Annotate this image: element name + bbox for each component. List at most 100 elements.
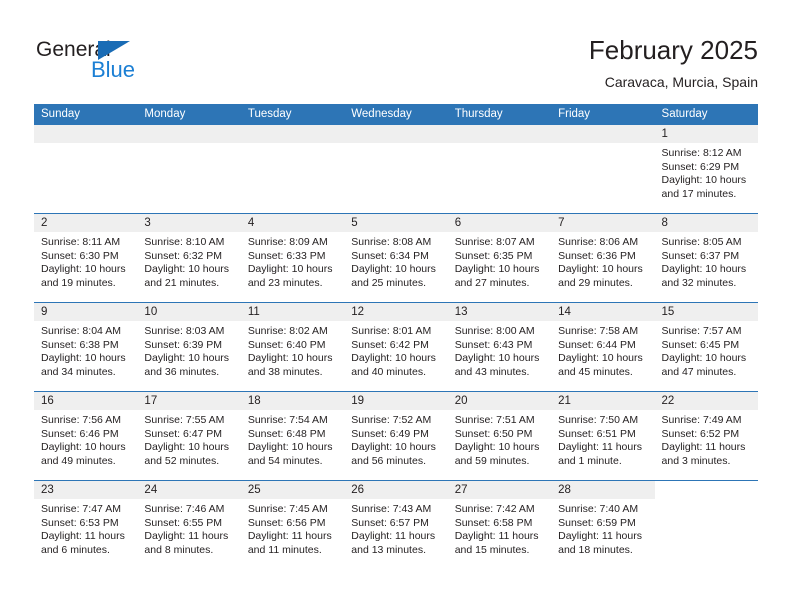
day-sun-info: Sunrise: 8:02 AM Sunset: 6:40 PM Daylight:… [241, 321, 344, 379]
calendar-day-cell[interactable]: 9 Sunrise: 8:04 AM Sunset: 6:38 PM Daylight… [34, 303, 138, 391]
day-number: 28 [551, 481, 655, 499]
calendar-day-cell[interactable]: 16 Sunrise: 7:56 AM Sunset: 6:46 PM Dayligh… [34, 392, 138, 480]
daylight-text: Daylight: 10 hours and 38 minutes. [247, 352, 333, 378]
calendar-week-cells: 9 Sunrise: 8:04 AM Sunset: 6:38 PM Daylight… [34, 303, 758, 391]
sunset-text: Sunset: 6:50 PM [454, 427, 533, 440]
day-sun-info: Sunrise: 8:10 AM Sunset: 6:32 PM Daylight:… [137, 232, 240, 290]
calendar-day-cell[interactable]: 12 Sunrise: 8:01 AM Sunset: 6:42 PM Dayligh… [344, 303, 448, 391]
day-number: 18 [240, 392, 345, 410]
day-sun-info: Sunrise: 7:47 AM Sunset: 6:53 PM Daylight:… [34, 499, 137, 557]
sunrise-text: Sunrise: 8:09 AM [247, 236, 328, 248]
calendar-day-cell[interactable]: 5 Sunrise: 8:08 AM Sunset: 6:34 PM Daylight… [344, 214, 448, 302]
calendar-day-cell[interactable]: 22 Sunrise: 7:49 AM Sunset: 6:52 PM Dayligh… [654, 392, 758, 480]
day-number: 27 [447, 481, 552, 499]
sunset-text: Sunset: 6:38 PM [41, 338, 119, 351]
sunrise-text: Sunrise: 7:57 AM [661, 325, 742, 337]
daylight-text: Daylight: 11 hours and 18 minutes. [558, 530, 642, 556]
daylight-text: Daylight: 10 hours and 21 minutes. [144, 263, 230, 289]
day-sun-info: Sunrise: 7:55 AM Sunset: 6:47 PM Daylight:… [137, 410, 240, 468]
calendar-day-cell[interactable]: 8 Sunrise: 8:05 AM Sunset: 6:37 PM Daylight… [654, 214, 758, 302]
sunrise-text: Sunrise: 7:52 AM [351, 414, 432, 426]
calendar-day-cell[interactable]: 19 Sunrise: 7:52 AM Sunset: 6:49 PM Dayligh… [344, 392, 448, 480]
sunrise-text: Sunrise: 7:51 AM [454, 414, 535, 426]
daylight-text: Daylight: 10 hours and 36 minutes. [144, 352, 230, 378]
day-sun-info: Sunrise: 7:43 AM Sunset: 6:57 PM Daylight:… [344, 499, 447, 557]
sunrise-text: Sunrise: 8:02 AM [247, 325, 328, 337]
daylight-text: Daylight: 10 hours and 27 minutes. [454, 263, 540, 289]
calendar-day-cell[interactable]: 4 Sunrise: 8:09 AM Sunset: 6:33 PM Daylight… [240, 214, 345, 302]
day-number: 26 [344, 481, 448, 499]
calendar-day-cell[interactable]: 20 Sunrise: 7:51 AM Sunset: 6:50 PM Dayligh… [447, 392, 552, 480]
day-sun-info: Sunrise: 7:58 AM Sunset: 6:44 PM Daylight:… [551, 321, 654, 379]
daylight-text: Daylight: 11 hours and 1 minute. [558, 441, 642, 467]
calendar-day-cell[interactable]: 10 Sunrise: 8:03 AM Sunset: 6:39 PM Dayligh… [137, 303, 241, 391]
calendar-day-cell[interactable]: 13 Sunrise: 8:00 AM Sunset: 6:43 PM Dayligh… [447, 303, 552, 391]
day-sun-info: Sunrise: 7:49 AM Sunset: 6:52 PM Daylight:… [655, 410, 758, 468]
sunset-text: Sunset: 6:59 PM [558, 516, 636, 529]
calendar-day-cell[interactable]: 23 Sunrise: 7:47 AM Sunset: 6:53 PM Dayligh… [34, 481, 138, 569]
calendar-cell-empty [137, 125, 241, 213]
day-number: 3 [137, 214, 241, 232]
calendar-day-cell[interactable]: 6 Sunrise: 8:07 AM Sunset: 6:35 PM Daylight… [447, 214, 552, 302]
calendar-day-cell[interactable]: 26 Sunrise: 7:43 AM Sunset: 6:57 PM Dayligh… [344, 481, 448, 569]
weekday-header-saturday: Saturday [661, 108, 708, 120]
daylight-text: Daylight: 10 hours and 25 minutes. [351, 263, 436, 289]
day-number: 5 [344, 214, 448, 232]
calendar-day-cell[interactable]: 14 Sunrise: 7:58 AM Sunset: 6:44 PM Dayligh… [551, 303, 655, 391]
daylight-text: Daylight: 10 hours and 47 minutes. [661, 352, 747, 378]
weekday-header-tuesday: Tuesday [247, 108, 292, 120]
sunset-text: Sunset: 6:40 PM [247, 338, 326, 351]
calendar-day-cell[interactable]: 2 Sunrise: 8:11 AM Sunset: 6:30 PM Daylight… [34, 214, 138, 302]
calendar-day-cell[interactable]: 1 Sunrise: 8:12 AM Sunset: 6:29 PM Daylight… [654, 125, 758, 213]
calendar-week-row: 1 Sunrise: 8:12 AM Sunset: 6:29 PM Daylight… [34, 125, 758, 213]
day-number: 17 [137, 392, 241, 410]
calendar-day-cell[interactable]: 11 Sunrise: 8:02 AM Sunset: 6:40 PM Dayligh… [240, 303, 345, 391]
daylight-text: Daylight: 11 hours and 13 minutes. [351, 530, 436, 556]
day-number [240, 125, 345, 143]
daylight-text: Daylight: 10 hours and 29 minutes. [558, 263, 643, 289]
sunrise-text: Sunrise: 8:07 AM [454, 236, 535, 248]
day-number: 25 [240, 481, 345, 499]
calendar-day-cell[interactable]: 27 Sunrise: 7:42 AM Sunset: 6:58 PM Dayligh… [447, 481, 552, 569]
calendar-day-cell[interactable]: 28 Sunrise: 7:40 AM Sunset: 6:59 PM Dayligh… [551, 481, 655, 569]
day-number: 21 [551, 392, 655, 410]
calendar-day-cell[interactable]: 25 Sunrise: 7:45 AM Sunset: 6:56 PM Dayligh… [240, 481, 345, 569]
calendar-week-cells: 16 Sunrise: 7:56 AM Sunset: 6:46 PM Dayligh… [34, 392, 758, 480]
sunrise-text: Sunrise: 8:12 AM [661, 147, 742, 159]
day-sun-info: Sunrise: 7:54 AM Sunset: 6:48 PM Daylight:… [241, 410, 344, 468]
sunset-text: Sunset: 6:34 PM [351, 249, 429, 262]
day-number: 15 [654, 303, 758, 321]
calendar-cell-empty [551, 125, 655, 213]
calendar-cell-empty [240, 125, 345, 213]
sunrise-text: Sunrise: 8:00 AM [454, 325, 535, 337]
day-sun-info: Sunrise: 8:03 AM Sunset: 6:39 PM Daylight:… [137, 321, 240, 379]
day-sun-info: Sunrise: 8:05 AM Sunset: 6:37 PM Daylight:… [655, 232, 758, 290]
calendar-day-cell[interactable]: 17 Sunrise: 7:55 AM Sunset: 6:47 PM Dayligh… [137, 392, 241, 480]
sunset-text: Sunset: 6:56 PM [247, 516, 326, 529]
calendar-day-cell[interactable]: 24 Sunrise: 7:46 AM Sunset: 6:55 PM Dayligh… [137, 481, 241, 569]
sunrise-text: Sunrise: 7:58 AM [558, 325, 639, 337]
calendar-day-cell[interactable]: 3 Sunrise: 8:10 AM Sunset: 6:32 PM Daylight… [137, 214, 241, 302]
calendar-day-cell[interactable]: 21 Sunrise: 7:50 AM Sunset: 6:51 PM Dayligh… [551, 392, 655, 480]
calendar-day-cell[interactable]: 18 Sunrise: 7:54 AM Sunset: 6:48 PM Dayligh… [240, 392, 345, 480]
calendar-cell-empty [34, 125, 138, 213]
general-blue-logo[interactable]: General Blue [36, 38, 156, 84]
daylight-text: Daylight: 10 hours and 23 minutes. [247, 263, 333, 289]
day-sun-info: Sunrise: 8:08 AM Sunset: 6:34 PM Daylight:… [344, 232, 447, 290]
sunrise-text: Sunrise: 7:50 AM [558, 414, 639, 426]
day-number: 14 [551, 303, 655, 321]
daylight-text: Daylight: 10 hours and 19 minutes. [41, 263, 126, 289]
sunset-text: Sunset: 6:45 PM [661, 338, 740, 351]
sunrise-text: Sunrise: 8:03 AM [144, 325, 225, 337]
day-number [344, 125, 448, 143]
day-number [551, 125, 655, 143]
daylight-text: Daylight: 10 hours and 49 minutes. [41, 441, 126, 467]
sunrise-text: Sunrise: 7:42 AM [454, 503, 535, 515]
day-number: 23 [34, 481, 138, 499]
calendar-week-cells: 23 Sunrise: 7:47 AM Sunset: 6:53 PM Dayligh… [34, 481, 758, 569]
calendar-day-cell[interactable]: 7 Sunrise: 8:06 AM Sunset: 6:36 PM Daylight… [551, 214, 655, 302]
sunrise-text: Sunrise: 7:47 AM [41, 503, 121, 515]
title-block: February 2025 Caravaca, Murcia, Spain [589, 34, 758, 92]
day-sun-info: Sunrise: 8:11 AM Sunset: 6:30 PM Daylight:… [34, 232, 137, 290]
calendar-day-cell[interactable]: 15 Sunrise: 7:57 AM Sunset: 6:45 PM Dayligh… [654, 303, 758, 391]
